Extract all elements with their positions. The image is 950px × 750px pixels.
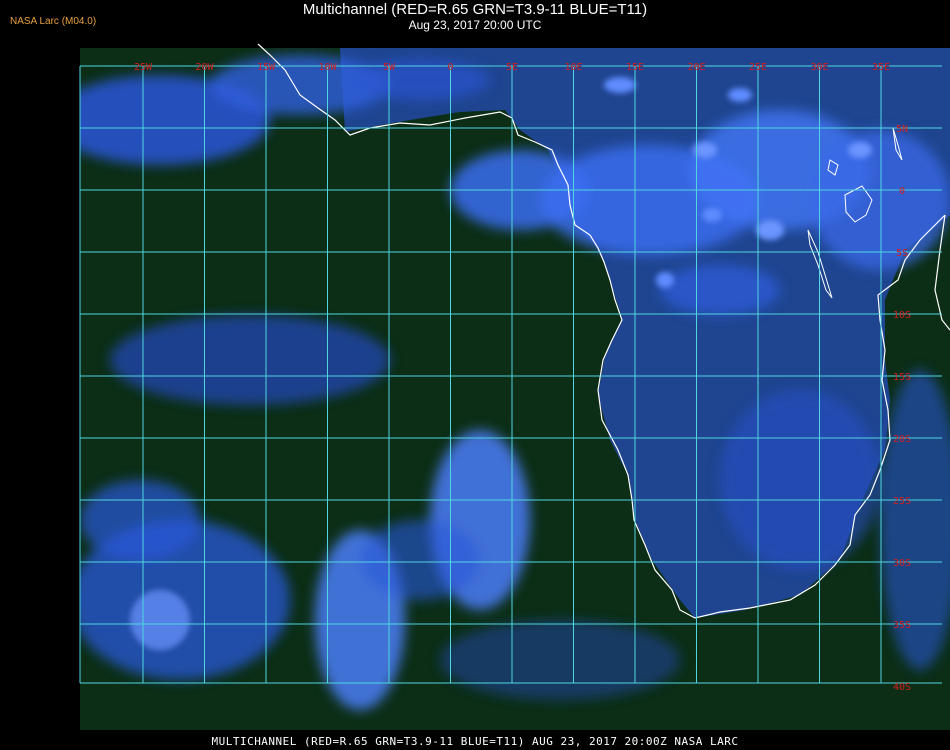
footer-caption: MULTICHANNEL (RED=R.65 GRN=T3.9-11 BLUE=… [211, 735, 739, 748]
latitude-label: 30S [893, 558, 911, 569]
latitude-label: 5S [896, 248, 908, 259]
longitude-label: 25E [749, 62, 767, 73]
latitude-label: 15S [893, 372, 911, 383]
longitude-label: 20E [687, 62, 705, 73]
longitude-label: 30E [810, 62, 828, 73]
latitude-label: 10S [893, 310, 911, 321]
longitude-label: 5E [506, 62, 518, 73]
longitude-label: 25W [134, 62, 153, 73]
longitude-label: 20W [195, 62, 214, 73]
longitude-label: 15W [257, 62, 276, 73]
longitude-label: 35E [872, 62, 890, 73]
imagery [80, 48, 950, 730]
latitude-label: 40S [893, 682, 911, 693]
longitude-label: 10E [564, 62, 582, 73]
latitude-label: 20S [893, 434, 911, 445]
latitude-label: 35S [893, 620, 911, 631]
latitude-label: 5N [896, 124, 908, 135]
longitude-label: 5W [383, 62, 396, 73]
longitude-label: 10W [318, 62, 337, 73]
longitude-label: 15E [626, 62, 644, 73]
longitude-label: 0 [447, 62, 453, 73]
latitude-label: 0 [899, 186, 905, 197]
satellite-map[interactable]: 25W 20W 15W 10W 5W 0 5E 10E 15E 20E 25E 30E 35E 5N 0 5S… [0, 0, 950, 750]
latitude-label: 25S [893, 496, 911, 507]
